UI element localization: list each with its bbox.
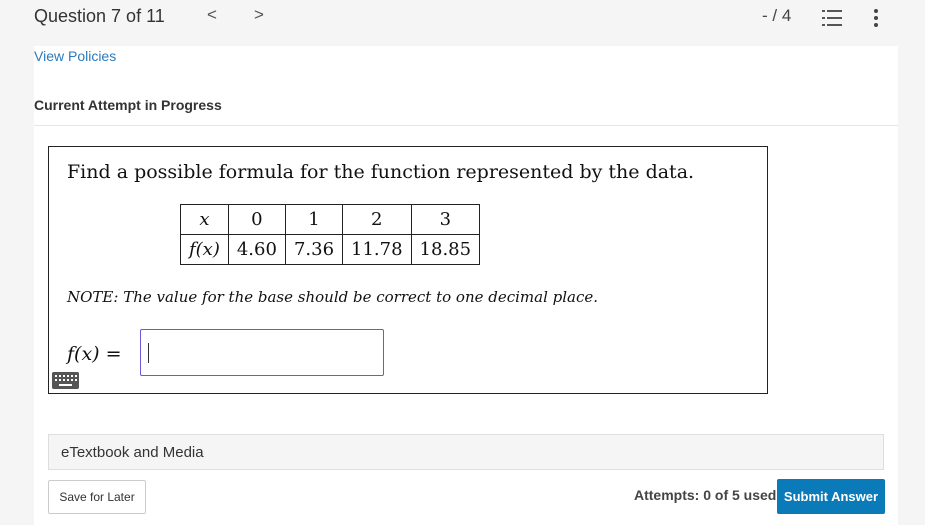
- table-cell: 7.36: [284, 234, 344, 265]
- answer-label-text: f(x) =: [67, 343, 122, 365]
- table-row: x 0 1 2 3: [180, 204, 481, 235]
- table-cell-header: f(x): [180, 234, 229, 265]
- question-counter: Question 7 of 11: [34, 6, 165, 26]
- table-cell: 3: [410, 204, 481, 235]
- divider: [34, 125, 898, 126]
- question-prompt: Find a possible formula for the function…: [67, 161, 695, 183]
- table-cell: 1: [284, 204, 344, 235]
- question-score: - / 4: [762, 6, 792, 25]
- data-table: x 0 1 2 3 f(x) 4.60 7.36 11.78 18.85: [180, 204, 481, 265]
- answer-label: f(x) =: [67, 343, 122, 365]
- etextbook-media-panel[interactable]: eTextbook and Media: [48, 434, 884, 470]
- table-row: f(x) 4.60 7.36 11.78 18.85: [180, 234, 481, 265]
- table-cell-header: x: [180, 204, 229, 235]
- question-note: NOTE: The value for the base should be c…: [67, 288, 599, 306]
- more-options-icon[interactable]: [869, 7, 883, 29]
- attempts-counter: Attempts: 0 of 5 used: [634, 487, 777, 503]
- table-cell: 11.78: [342, 234, 412, 265]
- question-content: View Policies Current Attempt in Progres…: [34, 46, 898, 525]
- table-cell: 4.60: [227, 234, 286, 265]
- save-for-later-button[interactable]: Save for Later: [48, 480, 146, 514]
- question-list-icon[interactable]: [822, 9, 844, 27]
- text-caret: [148, 343, 149, 363]
- view-policies-link[interactable]: View Policies: [34, 48, 116, 64]
- question-header: Question 7 of 11 < > - / 4: [0, 0, 925, 46]
- submit-answer-button[interactable]: Submit Answer: [777, 479, 885, 514]
- table-cell: 0: [227, 204, 286, 235]
- table-cell: 2: [342, 204, 412, 235]
- next-question-button[interactable]: >: [249, 5, 269, 25]
- keyboard-icon[interactable]: [52, 372, 79, 389]
- previous-question-button[interactable]: <: [202, 5, 222, 25]
- answer-input[interactable]: [140, 329, 384, 376]
- question-box: Find a possible formula for the function…: [48, 146, 768, 394]
- attempt-status: Current Attempt in Progress: [34, 97, 222, 113]
- table-cell: 18.85: [410, 234, 481, 265]
